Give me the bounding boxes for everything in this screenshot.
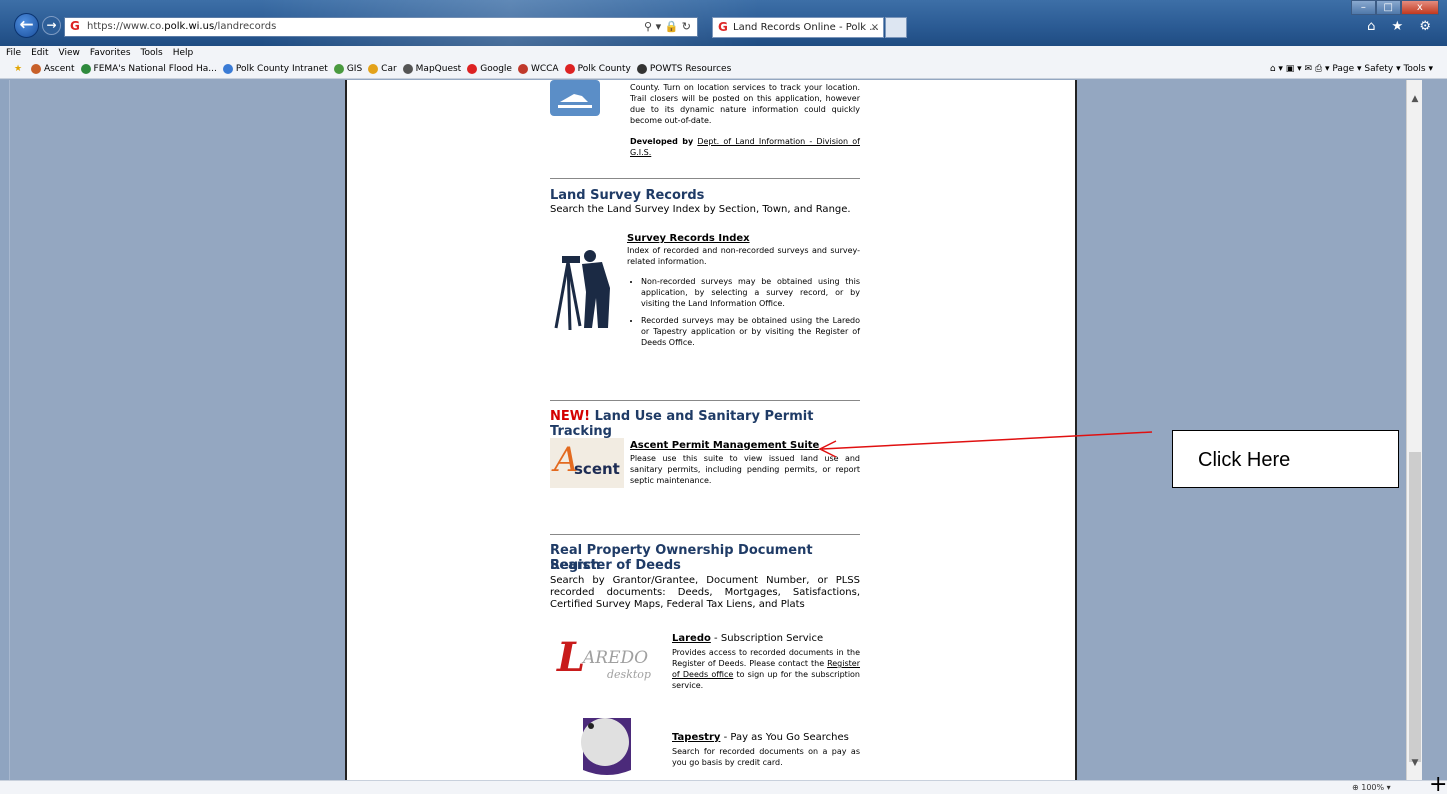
favorite-item[interactable]: Ascent xyxy=(30,60,75,79)
menu-view[interactable]: View xyxy=(59,46,80,60)
favorite-item[interactable]: Polk County xyxy=(564,60,631,79)
plus-marker: + xyxy=(1429,772,1447,794)
favorite-site-icon xyxy=(333,63,344,74)
tab-favicon-icon: G xyxy=(718,20,728,34)
divider xyxy=(550,178,860,179)
favorite-item[interactable]: POWTS Resources xyxy=(636,60,731,79)
favorite-item[interactable]: WCCA xyxy=(517,60,559,79)
favorite-site-icon xyxy=(517,63,528,74)
left-panel-strip xyxy=(0,80,10,780)
favorite-site-icon xyxy=(30,63,41,74)
zoom-icon: ⊕ xyxy=(1352,783,1359,792)
surveyor-icon xyxy=(554,250,610,331)
favorites-bar: ★ Ascent FEMA's National Flood Ha... Polk … xyxy=(0,60,1447,79)
ascent-description: Please use this suite to view issued lan… xyxy=(630,454,860,485)
status-bar: ⊕ 100% ▾ xyxy=(0,780,1447,794)
minimize-button[interactable]: – xyxy=(1351,0,1376,15)
divider xyxy=(550,400,860,401)
web-page: County. Turn on location services to tra… xyxy=(345,80,1077,780)
site-favicon-icon: G xyxy=(70,19,80,33)
favorite-item[interactable]: Polk County Intranet xyxy=(222,60,328,79)
tab-land-records[interactable]: G Land Records Online - Polk ... × xyxy=(712,17,884,38)
favorite-site-icon xyxy=(636,63,647,74)
address-bar[interactable]: G https://www.co.polk.wi.us/landrecords … xyxy=(64,17,698,37)
scroll-up-icon[interactable]: ▲ xyxy=(1407,92,1423,106)
laredo-description: Provides access to recorded documents in… xyxy=(672,648,861,690)
menu-favorites[interactable]: Favorites xyxy=(90,46,131,60)
close-window-button[interactable]: x xyxy=(1400,0,1439,15)
menu-tools[interactable]: Tools xyxy=(141,46,163,60)
tapestry-link[interactable]: Tapestry xyxy=(672,732,720,743)
favorite-site-icon xyxy=(222,63,233,74)
trail-description: County. Turn on location services to tra… xyxy=(630,83,860,125)
menu-bar: File Edit View Favorites Tools Help xyxy=(0,46,1447,60)
menu-help[interactable]: Help xyxy=(173,46,194,60)
forward-arrow-icon: → xyxy=(46,18,57,32)
tab-title: Land Records Online - Polk ... xyxy=(733,22,879,33)
scroll-down-icon[interactable]: ▼ xyxy=(1407,756,1423,770)
divider xyxy=(550,534,860,535)
vertical-scrollbar[interactable]: ▲ ▼ xyxy=(1406,80,1422,780)
tapestry-description: Search for recorded documents on a pay a… xyxy=(672,747,860,767)
favorite-item[interactable]: GIS xyxy=(333,60,362,79)
screenshot-root: ← → G https://www.co.polk.wi.us/landreco… xyxy=(0,0,1447,794)
land-use-heading: NEW! Land Use and Sanitary Permit Tracki… xyxy=(550,409,814,439)
click-here-callout: Click Here xyxy=(1172,430,1399,488)
address-tools-icons[interactable]: ⚲ ▾ 🔒 ↻ xyxy=(644,18,691,36)
favorite-item[interactable]: FEMA's National Flood Ha... xyxy=(80,60,217,79)
address-url: https://www.co.polk.wi.us/landrecords xyxy=(87,21,277,32)
favorite-site-icon xyxy=(564,63,575,74)
browser-titlebar: ← → G https://www.co.polk.wi.us/landreco… xyxy=(0,0,1447,46)
laredo-title-line: Laredo - Subscription Service xyxy=(672,633,824,644)
survey-records-desc: Index of recorded and non-recorded surve… xyxy=(627,246,860,266)
snowmobile-trail-icon xyxy=(550,80,600,116)
list-item: Non-recorded surveys may be obtained usi… xyxy=(641,276,860,309)
ascent-permit-suite-link[interactable]: Ascent Permit Management Suite xyxy=(630,440,860,451)
favorite-item[interactable]: MapQuest xyxy=(402,60,461,79)
maximize-button[interactable]: □ xyxy=(1375,0,1401,15)
new-badge: NEW! xyxy=(550,409,591,424)
tab-close-icon[interactable]: × xyxy=(871,18,879,37)
command-icons: ⌂ ▾ ▣ ▾ ✉ ⎙ ▾ xyxy=(1269,64,1333,74)
favorite-site-icon xyxy=(402,63,413,74)
favorite-site-icon xyxy=(80,63,91,74)
scrollbar-thumb[interactable] xyxy=(1409,452,1421,762)
real-property-subtitle: Search by Grantor/Grantee, Document Numb… xyxy=(550,575,860,610)
list-item: Recorded surveys may be obtained using t… xyxy=(641,315,860,348)
back-arrow-icon: ← xyxy=(19,15,34,35)
new-tab-button[interactable] xyxy=(885,17,907,38)
land-survey-heading: Land Survey Records xyxy=(550,188,705,203)
register-of-deeds-heading: Register of Deeds xyxy=(550,558,681,573)
command-bar[interactable]: ⌂ ▾ ▣ ▾ ✉ ⎙ ▾ Page ▾ Safety ▾ Tools ▾ xyxy=(1270,60,1433,79)
home-favorites-settings-icons[interactable]: ⌂ ★ ⚙ xyxy=(1367,19,1437,34)
tapestry-logo-icon[interactable] xyxy=(579,714,635,780)
land-survey-subtitle: Search the Land Survey Index by Section,… xyxy=(550,204,851,215)
tapestry-title-line: Tapestry - Pay as You Go Searches xyxy=(672,732,849,743)
developed-by-line: Developed by Dept. of Land Information -… xyxy=(630,137,860,157)
favorite-site-icon xyxy=(368,63,379,74)
laredo-logo[interactable]: L AREDO desktop xyxy=(557,634,663,688)
zoom-level[interactable]: ⊕ 100% ▾ xyxy=(1352,781,1391,794)
favorites-star-icon[interactable]: ★ xyxy=(14,60,22,79)
laredo-logo-l-icon: L xyxy=(557,634,586,681)
back-button[interactable]: ← xyxy=(14,13,39,38)
favorite-item[interactable]: Car xyxy=(368,60,397,79)
survey-bullets: Non-recorded surveys may be obtained usi… xyxy=(627,276,860,354)
favorite-item[interactable]: Google xyxy=(467,60,512,79)
laredo-link[interactable]: Laredo xyxy=(672,633,711,644)
menu-edit[interactable]: Edit xyxy=(31,46,48,60)
window-controls: – □ x xyxy=(1351,0,1439,15)
ascent-logo[interactable]: A scent xyxy=(550,438,624,488)
survey-records-index-link[interactable]: Survey Records Index xyxy=(627,233,860,244)
forward-button[interactable]: → xyxy=(42,16,61,35)
menu-file[interactable]: File xyxy=(6,46,21,60)
favorite-site-icon xyxy=(467,63,478,74)
